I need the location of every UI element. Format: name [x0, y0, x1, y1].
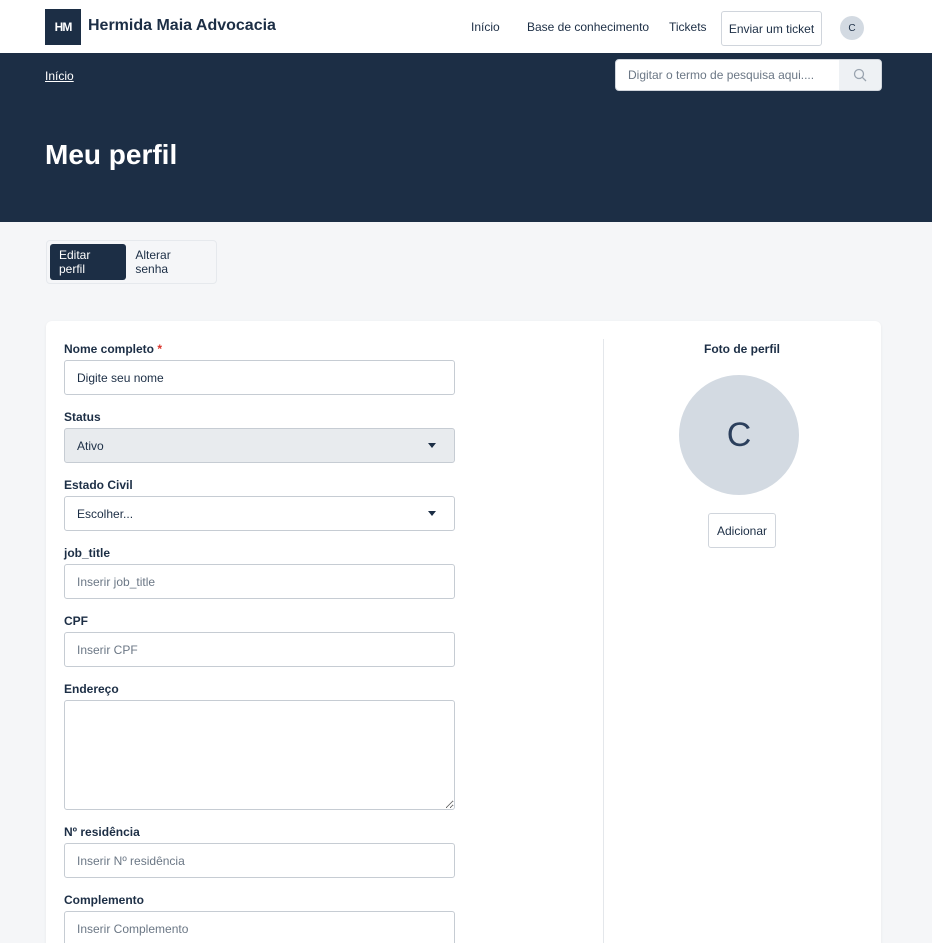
- profile-tabs: Editar perfil Alterar senha: [46, 240, 217, 284]
- full-name-input[interactable]: Digite seu nome: [64, 360, 455, 395]
- profile-photo-label: Foto de perfil: [704, 342, 780, 356]
- address-textarea[interactable]: [64, 700, 455, 810]
- tab-change-password[interactable]: Alterar senha: [126, 244, 213, 280]
- marital-status-select-value: Escolher...: [77, 506, 134, 521]
- search-button[interactable]: [839, 60, 881, 90]
- complement-input[interactable]: [64, 911, 455, 943]
- brand-logo[interactable]: HM: [45, 9, 81, 45]
- residence-number-input[interactable]: [64, 843, 455, 878]
- submit-ticket-button[interactable]: Enviar um ticket: [721, 11, 822, 46]
- residence-number-label: Nº residência: [64, 825, 140, 839]
- profile-form-card: Nome completo * Digite seu nome Status A…: [46, 321, 881, 943]
- nav-link-knowledge-base[interactable]: Base de conhecimento: [527, 20, 649, 34]
- marital-status-select[interactable]: Escolher...: [64, 496, 455, 531]
- chevron-down-icon: [428, 443, 436, 448]
- full-name-label-text: Nome completo: [64, 342, 155, 356]
- job-title-label: job_title: [64, 546, 111, 560]
- profile-photo-avatar: C: [679, 375, 799, 495]
- marital-status-label: Estado Civil: [64, 478, 133, 492]
- required-mark: *: [157, 342, 163, 356]
- status-label: Status: [64, 410, 101, 424]
- brand-name[interactable]: Hermida Maia Advocacia: [88, 17, 276, 35]
- address-label: Endereço: [64, 682, 119, 696]
- chevron-down-icon: [428, 511, 436, 516]
- tab-edit-profile[interactable]: Editar perfil: [50, 244, 127, 280]
- nav-link-inicio[interactable]: Início: [471, 20, 500, 34]
- breadcrumb-inicio[interactable]: Início: [45, 69, 74, 83]
- top-navbar: HM Hermida Maia Advocacia Início Base de…: [0, 0, 932, 53]
- cpf-input[interactable]: [64, 632, 455, 667]
- search-bar: [615, 59, 882, 91]
- page-title: Meu perfil: [45, 139, 178, 170]
- brand-logo-text: HM: [54, 20, 73, 34]
- status-select-value: Ativo: [77, 438, 104, 453]
- complement-label: Complemento: [64, 893, 145, 907]
- cpf-label: CPF: [64, 614, 88, 628]
- hero-banner: Início Meu perfil: [0, 53, 932, 222]
- search-icon: [853, 68, 867, 82]
- nav-link-tickets[interactable]: Tickets: [669, 20, 707, 34]
- status-select[interactable]: Ativo: [64, 428, 455, 463]
- column-divider: [603, 339, 604, 943]
- search-input[interactable]: [616, 60, 839, 90]
- job-title-input[interactable]: [64, 564, 455, 599]
- full-name-label: Nome completo *: [64, 342, 162, 356]
- user-avatar[interactable]: C: [840, 16, 864, 40]
- add-photo-button[interactable]: Adicionar: [708, 513, 776, 548]
